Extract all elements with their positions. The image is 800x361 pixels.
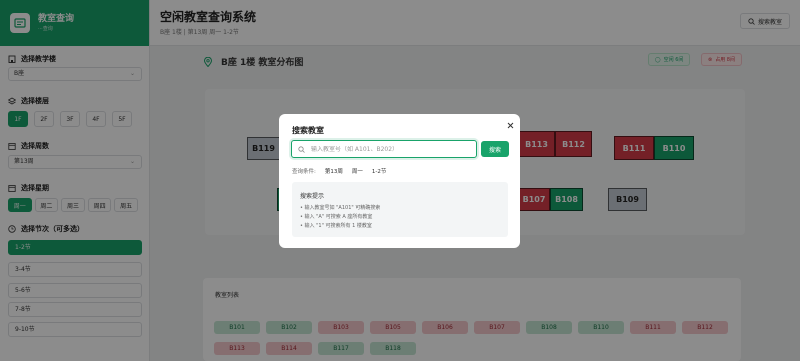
search-input-wrapper: [291, 140, 477, 158]
tips-title: 搜索提示: [300, 193, 325, 200]
search-submit-button[interactable]: 搜索: [481, 141, 509, 157]
tip-item: • 输入 "A" 可搜索 A 座所有教室: [300, 214, 373, 220]
search-tips: 搜索提示 • 输入教室号如 "A101" 可精确搜索 • 输入 "A" 可搜索 …: [292, 182, 508, 237]
condition-period: 1-2节: [371, 169, 387, 175]
condition-label: 查询条件:: [292, 169, 316, 175]
condition-week: 第13周: [324, 169, 343, 175]
tip-item: • 输入教室号如 "A101" 可精确搜索: [300, 205, 381, 211]
search-input[interactable]: [311, 145, 471, 153]
close-icon[interactable]: [505, 120, 515, 130]
query-conditions: 查询条件: 第13周 周一 1-2节: [292, 167, 386, 175]
search-icon: [298, 145, 305, 153]
dialog-title: 搜索教室: [292, 126, 324, 135]
tip-item: • 输入 "1" 可搜索所有 1 楼教室: [300, 223, 372, 229]
search-dialog: 搜索教室 搜索 查询条件: 第13周 周一 1-2节 搜索提示 • 输入教室号如…: [279, 114, 520, 248]
condition-day: 周一: [351, 169, 363, 175]
